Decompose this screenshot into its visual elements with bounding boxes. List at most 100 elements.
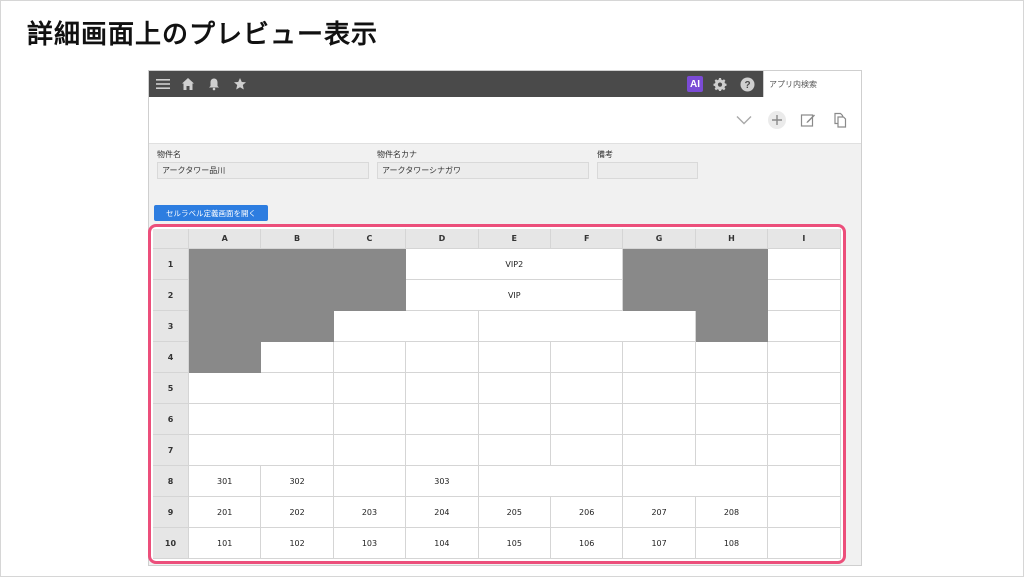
grid-cell[interactable]: 105 <box>478 528 551 559</box>
grid-cell[interactable]: 302 <box>261 466 334 497</box>
grid-cell[interactable] <box>261 342 334 373</box>
column-header-e: E <box>478 229 551 249</box>
grid-cell[interactable] <box>333 435 407 466</box>
grid-cell[interactable] <box>695 342 769 373</box>
record-toolbar <box>149 97 861 144</box>
grid-cell[interactable] <box>768 373 841 404</box>
grid-cell-merged[interactable] <box>333 311 479 342</box>
grid-cell-merged[interactable] <box>189 404 334 435</box>
grid-cell[interactable] <box>551 404 624 435</box>
grid-cell[interactable] <box>551 342 624 373</box>
grid-cell[interactable]: 102 <box>261 528 334 559</box>
menu-icon[interactable] <box>154 75 172 93</box>
grid-cell[interactable]: 203 <box>333 497 407 528</box>
copy-icon[interactable] <box>829 109 851 131</box>
grid-cell[interactable] <box>695 435 769 466</box>
app-search-input[interactable] <box>764 71 861 97</box>
grid-cell[interactable] <box>551 435 624 466</box>
grid-cell[interactable] <box>478 404 551 435</box>
column-header-b: B <box>261 229 334 249</box>
grid-cell[interactable]: 106 <box>551 528 624 559</box>
slide-title: 詳細画面上のプレビュー表示 <box>27 20 379 50</box>
grid-cell[interactable]: 202 <box>261 497 334 528</box>
grid-cell-merged[interactable] <box>623 466 769 497</box>
row-header-10: 10 <box>153 528 189 559</box>
grid-cell-blocked <box>695 311 769 342</box>
grid-cell-merged[interactable] <box>478 466 624 497</box>
grid-cell[interactable] <box>478 373 551 404</box>
chevron-down-icon[interactable] <box>733 109 755 131</box>
grid-cell-blocked <box>189 311 334 342</box>
grid-cell[interactable] <box>768 528 841 559</box>
ai-badge[interactable]: AI <box>687 76 703 92</box>
field-value-remarks <box>597 162 698 179</box>
cell-preview-grid: A B C D E F G H I 1 2 3 4 5 6 7 8 9 10 VIP2 VIP 301 302 303 201 2… <box>153 229 841 559</box>
grid-cell[interactable] <box>623 373 696 404</box>
grid-cell[interactable] <box>623 342 696 373</box>
grid-cell[interactable] <box>768 497 841 528</box>
grid-cell[interactable]: 208 <box>695 497 769 528</box>
row-header-2: 2 <box>153 280 189 311</box>
grid-cell[interactable] <box>333 466 407 497</box>
grid-cell[interactable] <box>406 404 479 435</box>
grid-cell[interactable] <box>406 342 479 373</box>
grid-cell[interactable] <box>623 404 696 435</box>
grid-cell-merged[interactable] <box>189 373 334 404</box>
grid-cell[interactable] <box>406 373 479 404</box>
grid-cell[interactable] <box>478 435 551 466</box>
grid-cell[interactable] <box>333 342 407 373</box>
grid-cell[interactable]: 108 <box>695 528 769 559</box>
star-icon[interactable] <box>231 75 249 93</box>
grid-cell-merged[interactable]: VIP <box>406 280 624 311</box>
grid-cell[interactable] <box>768 342 841 373</box>
grid-cell[interactable] <box>768 435 841 466</box>
grid-cell-merged[interactable]: VIP2 <box>406 249 624 280</box>
grid-cell[interactable] <box>333 373 407 404</box>
grid-cell[interactable] <box>333 404 407 435</box>
grid-corner <box>153 229 189 249</box>
help-icon[interactable]: ? <box>738 75 756 93</box>
grid-cell[interactable] <box>695 373 769 404</box>
grid-cell[interactable]: 107 <box>623 528 696 559</box>
grid-cell[interactable] <box>768 466 841 497</box>
grid-cell[interactable]: 207 <box>623 497 696 528</box>
grid-cell[interactable] <box>478 342 551 373</box>
grid-cell[interactable] <box>768 280 841 311</box>
row-header-3: 3 <box>153 311 189 342</box>
row-header-7: 7 <box>153 435 189 466</box>
grid-cell[interactable]: 303 <box>406 466 479 497</box>
home-icon[interactable] <box>179 75 197 93</box>
grid-cell[interactable]: 301 <box>189 466 262 497</box>
grid-cell[interactable] <box>551 373 624 404</box>
grid-cell[interactable]: 101 <box>189 528 262 559</box>
grid-cell[interactable]: 201 <box>189 497 262 528</box>
field-label-property-kana: 物件名カナ <box>377 150 417 159</box>
grid-cell[interactable] <box>406 435 479 466</box>
row-header-5: 5 <box>153 373 189 404</box>
grid-cell[interactable] <box>623 435 696 466</box>
grid-cell[interactable] <box>768 311 841 342</box>
grid-cell[interactable] <box>768 404 841 435</box>
grid-cell[interactable] <box>768 249 841 280</box>
grid-cell-blocked <box>189 342 262 373</box>
column-header-a: A <box>189 229 262 249</box>
gear-icon[interactable] <box>711 75 729 93</box>
grid-cell[interactable] <box>695 404 769 435</box>
bell-icon[interactable] <box>205 75 223 93</box>
svg-text:?: ? <box>744 80 750 91</box>
row-header-1: 1 <box>153 249 189 280</box>
grid-cell[interactable]: 104 <box>406 528 479 559</box>
grid-cell[interactable]: 206 <box>551 497 624 528</box>
field-label-property-name: 物件名 <box>157 150 181 159</box>
grid-cell-blocked <box>189 249 407 311</box>
grid-cell[interactable]: 103 <box>333 528 407 559</box>
grid-cell[interactable]: 204 <box>406 497 479 528</box>
add-icon[interactable] <box>766 109 788 131</box>
edit-icon[interactable] <box>797 109 819 131</box>
grid-cell-merged[interactable] <box>189 435 334 466</box>
column-header-h: H <box>695 229 769 249</box>
grid-cell[interactable]: 205 <box>478 497 551 528</box>
row-header-4: 4 <box>153 342 189 373</box>
grid-cell-merged[interactable] <box>478 311 696 342</box>
open-cell-label-definition-button[interactable]: セルラベル定義画面を開く <box>154 205 268 221</box>
